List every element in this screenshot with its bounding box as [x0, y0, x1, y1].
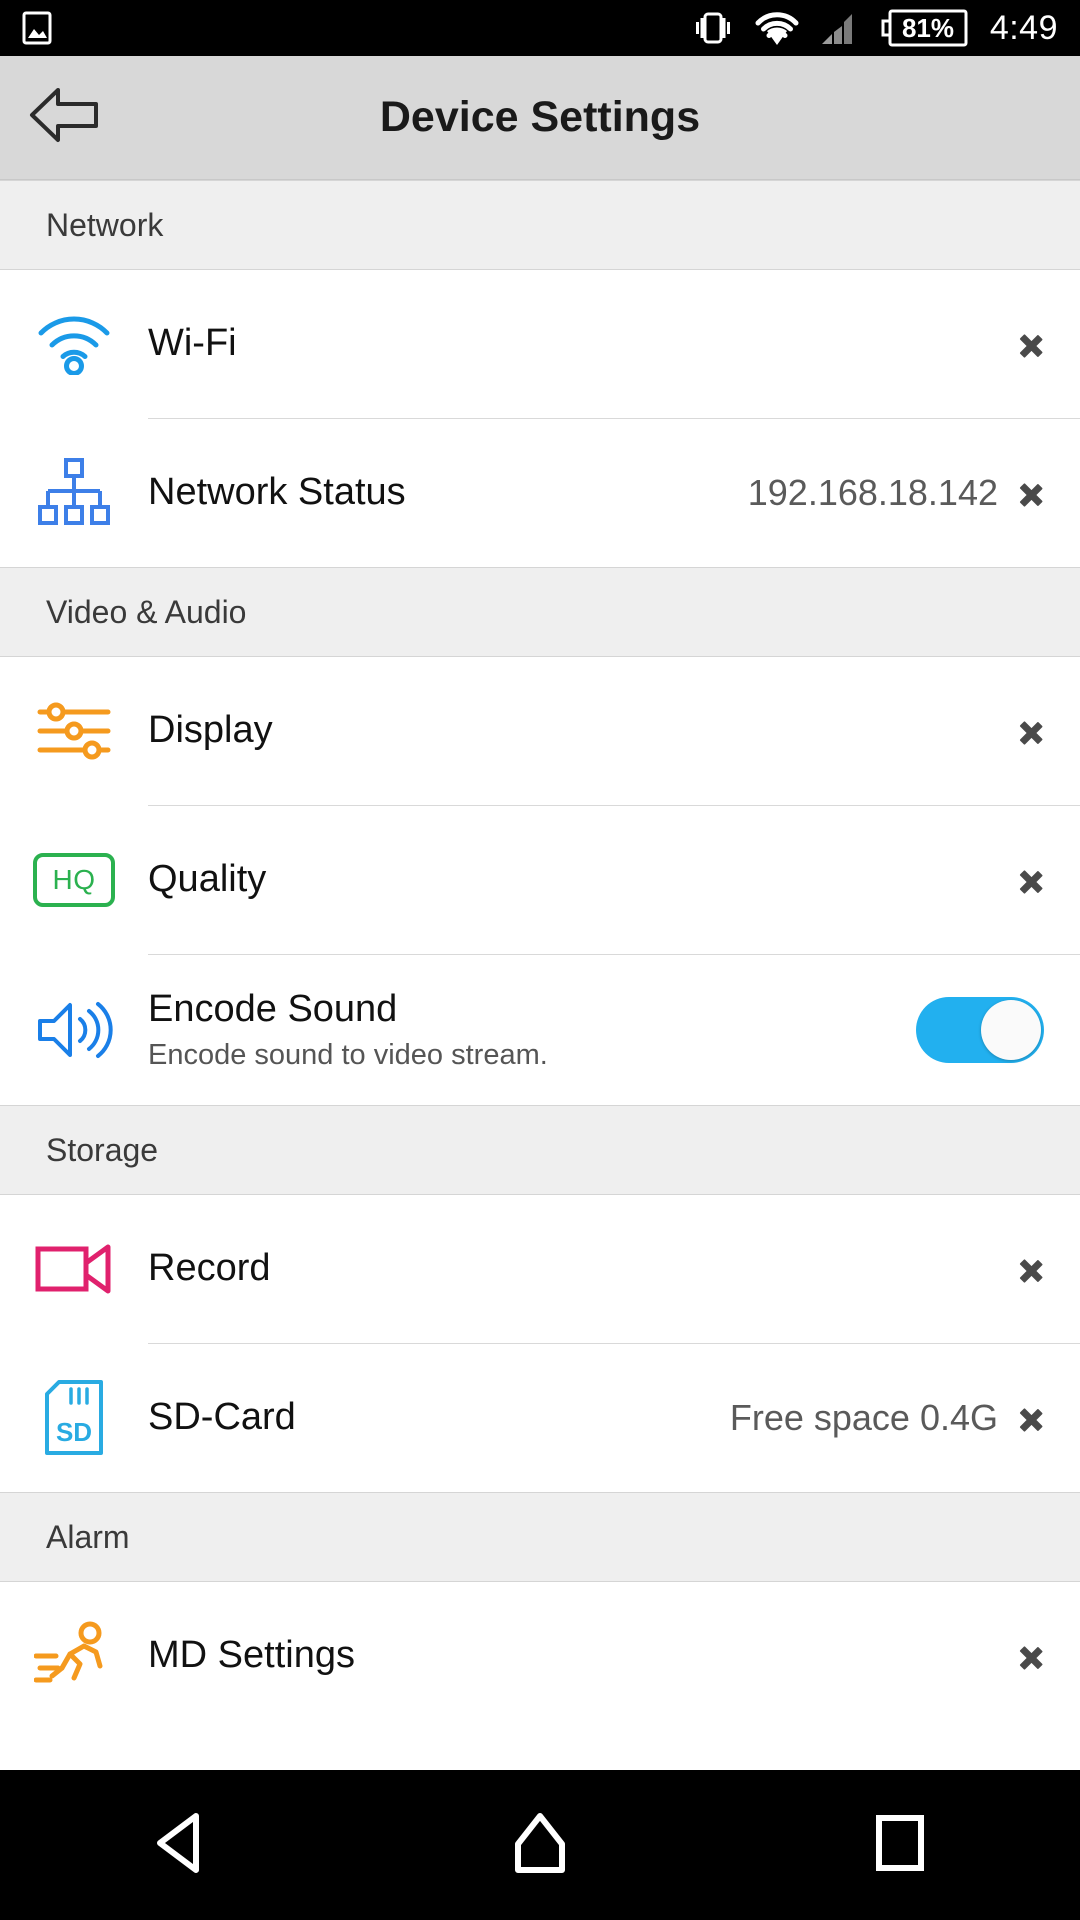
status-bar-right: 81% 4:49 — [692, 8, 1058, 48]
list-item-label: Network Status — [148, 471, 406, 514]
battery-percent-label: 81% — [902, 13, 954, 43]
list-item-quality[interactable]: HQ Quality — [0, 806, 1080, 954]
running-person-icon — [0, 1582, 148, 1730]
network-tree-icon — [0, 419, 148, 567]
status-bar-left — [22, 11, 52, 45]
sliders-icon — [0, 657, 148, 805]
list-item-right: Free space 0.4G — [730, 1397, 1050, 1439]
section-title: Video & Audio — [46, 593, 247, 630]
cellular-signal-icon — [820, 10, 860, 46]
section-title: Network — [46, 206, 164, 243]
list-item-right — [1020, 861, 1050, 899]
list-item-label: Quality — [148, 858, 267, 901]
toggle-knob — [981, 1000, 1041, 1060]
list-item-wifi[interactable]: Wi-Fi — [0, 270, 1080, 418]
encode-sound-toggle[interactable] — [916, 997, 1044, 1063]
list-item-body: Encode Sound Encode sound to video strea… — [148, 988, 916, 1072]
nav-home-button[interactable] — [360, 1812, 720, 1879]
chevron-right-icon — [1020, 474, 1040, 512]
nav-recents-button[interactable] — [720, 1814, 1080, 1877]
list-item-right — [1020, 325, 1050, 363]
hq-badge-label: HQ — [33, 853, 115, 907]
list-item-md-settings[interactable]: MD Settings — [0, 1582, 1080, 1730]
list-item-display[interactable]: Display — [0, 657, 1080, 805]
list-item-label: Record — [148, 1247, 271, 1290]
list-item-label: Display — [148, 709, 273, 752]
section-header-storage: Storage — [0, 1105, 1080, 1195]
list-item-label: Wi-Fi — [148, 322, 237, 365]
list-item-record[interactable]: Record — [0, 1195, 1080, 1343]
list-item-body: Network Status — [148, 471, 748, 515]
section-title: Alarm — [46, 1518, 130, 1555]
section-title: Storage — [46, 1131, 159, 1168]
page-title: Device Settings — [379, 93, 701, 141]
status-bar-clock: 4:49 — [989, 9, 1058, 47]
chevron-right-icon — [1020, 325, 1040, 363]
list-item-network-status[interactable]: Network Status 192.168.18.142 — [0, 419, 1080, 567]
section-header-video-audio: Video & Audio — [0, 567, 1080, 657]
chevron-right-icon — [1020, 1637, 1040, 1675]
android-nav-bar — [0, 1770, 1080, 1920]
list-item-body: SD-Card — [148, 1396, 730, 1440]
status-bar: 81% 4:49 — [0, 0, 1080, 56]
list-item-label: SD-Card — [148, 1396, 296, 1439]
list-item-label: Encode Sound — [148, 987, 398, 1030]
list-item-body: Wi-Fi — [148, 322, 1020, 366]
list-item-right — [1020, 1637, 1050, 1675]
video-camera-icon — [0, 1195, 148, 1343]
list-item-encode-sound[interactable]: Encode Sound Encode sound to video strea… — [0, 955, 1080, 1105]
list-item-value: 192.168.18.142 — [747, 472, 998, 513]
list-item-right — [1020, 712, 1050, 750]
list-item-sd-card[interactable]: SD SD-Card Free space 0.4G — [0, 1344, 1080, 1492]
image-icon — [22, 11, 52, 45]
section-header-alarm: Alarm — [0, 1492, 1080, 1582]
speaker-icon — [0, 956, 148, 1104]
list-item-body: Quality — [148, 858, 1020, 902]
nav-back-triangle-icon — [152, 1812, 208, 1879]
nav-home-icon — [510, 1812, 570, 1879]
list-item-subtitle: Encode sound to video stream. — [148, 1038, 548, 1071]
battery-icon: 81% — [880, 8, 970, 48]
chevron-right-icon — [1020, 1399, 1040, 1437]
chevron-right-icon — [1020, 712, 1040, 750]
list-item-right: 192.168.18.142 — [748, 472, 1050, 514]
list-item-body: Display — [148, 709, 1020, 753]
list-item-right — [1020, 1250, 1050, 1288]
chevron-right-icon — [1020, 1250, 1040, 1288]
list-item-body: MD Settings — [148, 1634, 1020, 1678]
list-item-body: Record — [148, 1247, 1020, 1291]
nav-back-button[interactable] — [0, 1812, 360, 1879]
back-arrow-icon — [28, 84, 102, 151]
list-item-value: Free space 0.4G — [729, 1397, 998, 1438]
vibrate-icon — [692, 10, 734, 46]
wifi-icon — [0, 270, 148, 418]
section-header-network: Network — [0, 180, 1080, 270]
sd-card-icon: SD — [0, 1344, 148, 1492]
chevron-right-icon — [1020, 861, 1040, 899]
nav-recents-square-icon — [873, 1814, 927, 1877]
settings-list: Network Wi-Fi Network Status 192.168.18.… — [0, 180, 1080, 1730]
title-bar: Device Settings — [0, 56, 1080, 180]
back-button[interactable] — [0, 84, 130, 151]
svg-text:SD: SD — [56, 1417, 92, 1447]
list-item-label: MD Settings — [148, 1634, 355, 1677]
list-item-right — [916, 997, 1050, 1063]
wifi-icon — [754, 9, 800, 47]
hq-badge-icon: HQ — [0, 806, 148, 954]
